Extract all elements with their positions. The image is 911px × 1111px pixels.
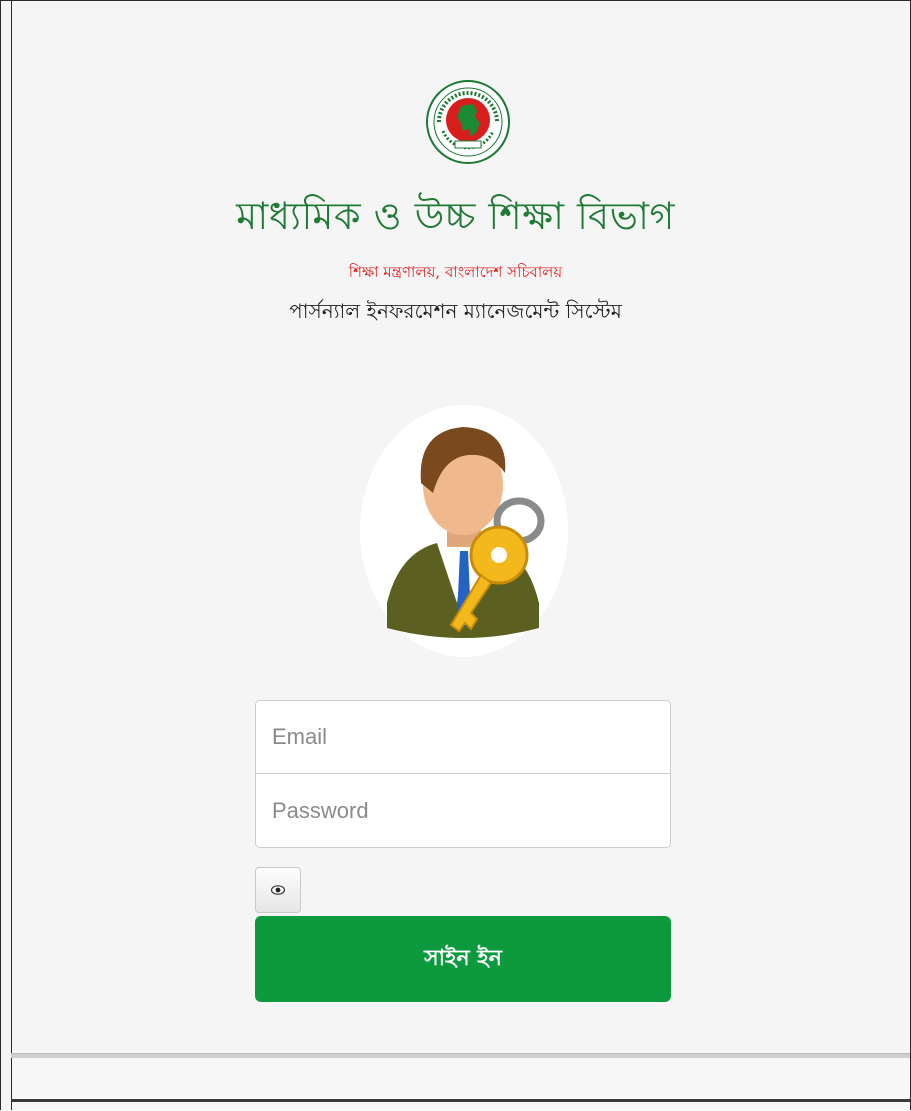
bangladesh-govt-emblem-icon [426,80,510,164]
eye-icon [271,885,285,895]
page-frame: মাধ্যমিক ও উচ্চ শিক্ষা বিভাগ শিক্ষা মন্ত… [0,0,911,1110]
department-title: মাধ্যমিক ও উচ্চ শিক্ষা বিভাগ [236,194,675,238]
user-with-key-icon [360,405,568,657]
footer [11,1058,910,1110]
show-password-button[interactable] [255,867,301,913]
bottom-border [11,1099,910,1102]
sign-in-button[interactable]: সাইন ইন [255,916,671,1002]
ministry-subtitle: শিক্ষা মন্ত্রণালয়, বাংলাদেশ সচিবালয় [348,263,563,281]
system-name: পার্সন্যাল ইনফরমেশন ম্যানেজমেন্ট সিস্টেম [289,299,622,323]
login-form [255,700,671,848]
email-field[interactable] [255,700,671,774]
password-field[interactable] [255,774,671,848]
